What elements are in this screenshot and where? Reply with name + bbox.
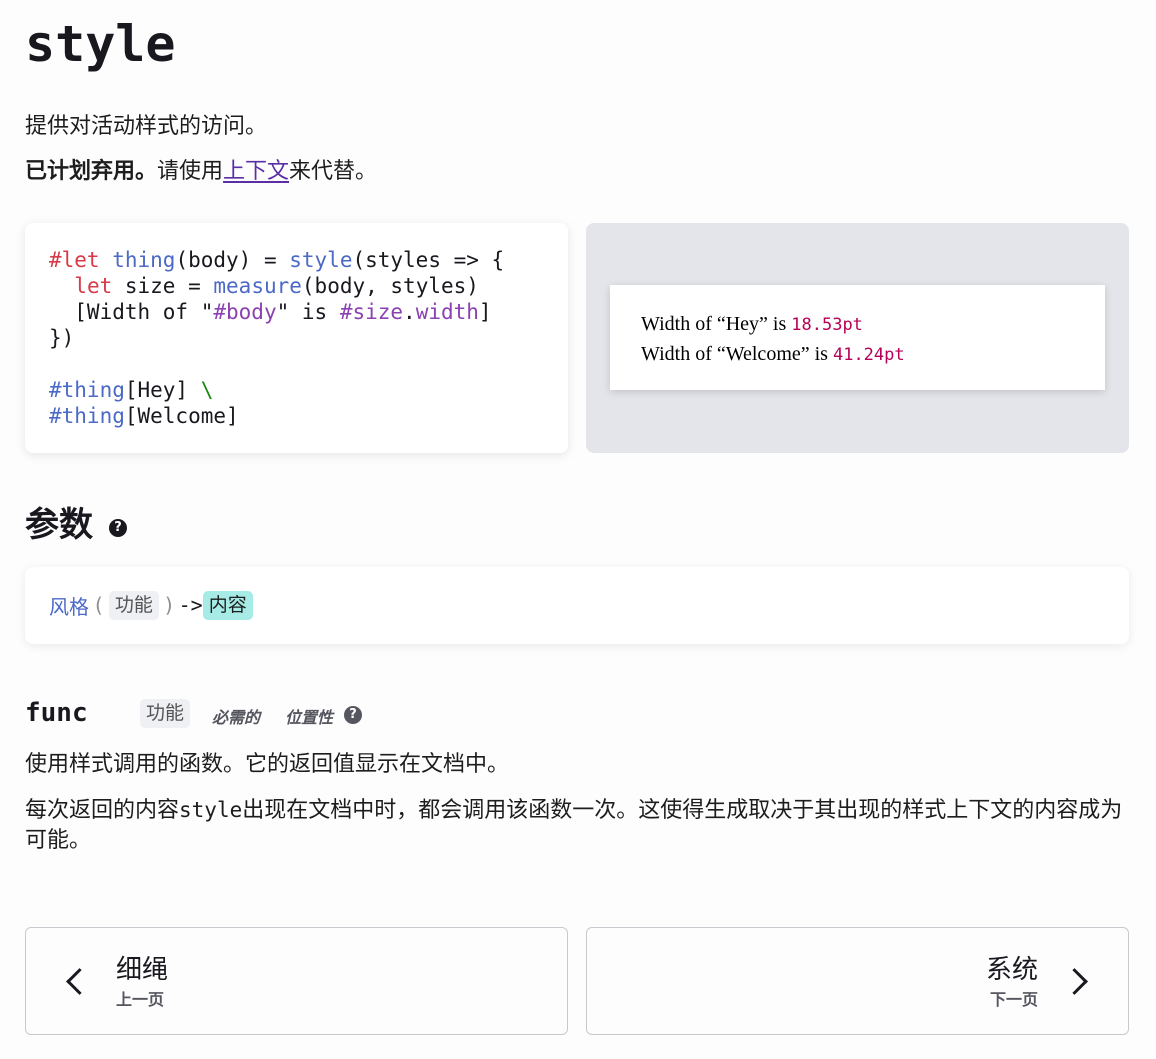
page-title: style xyxy=(25,15,176,73)
context-link[interactable]: 上下文 xyxy=(223,159,289,184)
preview-line-hey: Width of “Hey” is 18.53pt xyxy=(641,310,863,339)
example-code: #let thing(body) = style(styles => { let… xyxy=(49,248,505,428)
param-func-header: func 功能 必需的 位置性 ? xyxy=(25,696,625,732)
chevron-right-icon xyxy=(1061,968,1088,995)
question-circle-icon[interactable]: ? xyxy=(109,519,127,537)
deprecation-text-after: 来代替。 xyxy=(289,159,378,184)
param-detail-before: 每次返回的内容 xyxy=(25,798,180,823)
signature-close-paren: ) xyxy=(164,593,173,617)
preview-value-welcome: 41.24pt xyxy=(832,345,905,365)
preview-line-welcome-text: Width of “Welcome” is xyxy=(641,343,833,365)
parameters-heading: 参数? xyxy=(25,502,127,548)
function-signature: 风格(功能) -> 内容 xyxy=(25,567,1129,644)
parameters-heading-text: 参数 xyxy=(25,505,93,545)
preview-value-hey: 18.53pt xyxy=(791,315,863,335)
previous-page-label: 上一页 xyxy=(116,990,165,1009)
next-page-label: 下一页 xyxy=(989,990,1038,1009)
inline-code-style: style xyxy=(179,798,243,822)
preview-line-hey-text: Width of “Hey” is xyxy=(641,313,792,335)
required-flag: 必需的 xyxy=(212,708,261,727)
signature-open-paren: ( xyxy=(95,593,103,617)
param-type[interactable]: 功能 xyxy=(140,699,191,728)
deprecation-text-before: 请使用 xyxy=(157,159,224,184)
previous-page-link[interactable]: 细绳 上一页 xyxy=(25,927,568,1035)
preview-page: Width of “Hey” is 18.53pt Width of “Welc… xyxy=(610,285,1105,390)
param-detail: 每次返回的内容style出现在文档中时，都会调用该函数一次。这使得生成取决于其出… xyxy=(25,795,1129,856)
example-preview: Width of “Hey” is 18.53pt Width of “Welc… xyxy=(586,223,1129,453)
next-page-title: 系统 xyxy=(985,955,1038,985)
previous-page-title: 细绳 xyxy=(116,955,169,985)
deprecation-label: 已计划弃用。 xyxy=(25,159,158,184)
signature-function-name[interactable]: 风格 xyxy=(49,591,89,620)
param-name: func xyxy=(25,698,88,728)
next-page-link[interactable]: 系统 下一页 xyxy=(586,927,1129,1035)
signature-return-type[interactable]: 内容 xyxy=(202,590,253,620)
deprecation-notice: 已计划弃用。请使用上下文来代替。 xyxy=(25,157,377,187)
signature-param-type[interactable]: 功能 xyxy=(108,590,159,620)
signature-line: 风格(功能) -> 内容 xyxy=(49,589,253,621)
param-description: 使用样式调用的函数。它的返回值显示在文档中。 xyxy=(25,752,510,777)
preview-line-welcome: Width of “Welcome” is 41.24pt xyxy=(641,340,905,369)
page-description: 提供对活动样式的访问。 xyxy=(25,114,268,139)
positional-flag: 位置性 xyxy=(285,708,334,727)
chevron-left-icon xyxy=(66,968,93,995)
example-code-block: #let thing(body) = style(styles => { let… xyxy=(25,223,568,453)
signature-arrow: -> xyxy=(178,593,203,617)
positional-help-icon[interactable]: ? xyxy=(344,706,362,724)
